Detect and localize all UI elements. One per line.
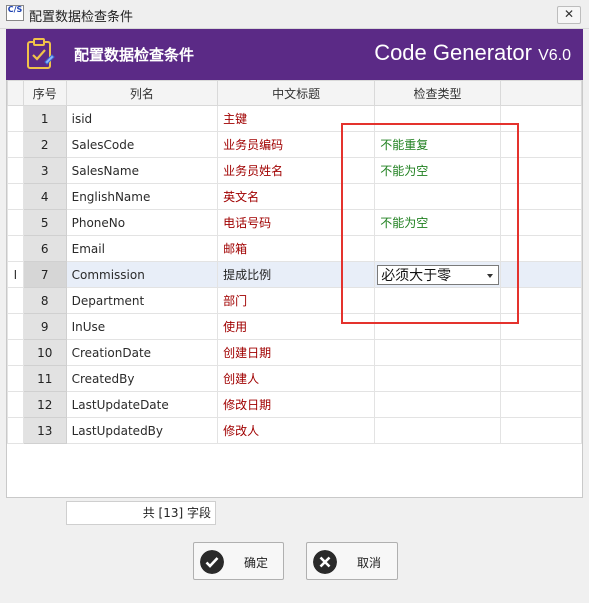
- row-column-name[interactable]: Commission: [65, 261, 219, 288]
- row-seq: 13: [22, 417, 67, 444]
- row-indicator: [7, 235, 24, 262]
- row-indicator: [7, 339, 24, 366]
- table-row[interactable]: 12 LastUpdateDate 修改日期: [7, 391, 582, 418]
- row-filler: [499, 339, 582, 366]
- row-indicator: [7, 183, 24, 210]
- table-row[interactable]: 10 CreationDate 创建日期: [7, 339, 582, 366]
- app-logo-icon: C/S: [6, 5, 24, 21]
- ok-button[interactable]: 确定: [193, 542, 284, 580]
- row-column-name[interactable]: SalesCode: [65, 131, 219, 158]
- header-seq[interactable]: 序号: [22, 80, 67, 106]
- row-indicator: [7, 105, 24, 132]
- row-column-name[interactable]: CreationDate: [65, 339, 219, 366]
- header-column-name[interactable]: 列名: [65, 80, 219, 106]
- row-indicator: [7, 131, 24, 158]
- row-indicator: [7, 365, 24, 392]
- close-button[interactable]: ✕: [557, 6, 581, 24]
- row-indicator: [7, 157, 24, 184]
- row-column-name[interactable]: PhoneNo: [65, 209, 219, 236]
- row-check-type[interactable]: [374, 391, 501, 418]
- row-filler: [499, 391, 582, 418]
- row-indicator: [7, 287, 24, 314]
- row-seq: 12: [22, 391, 67, 418]
- row-indicator: [7, 417, 24, 444]
- row-seq: 11: [22, 365, 67, 392]
- row-seq: 2: [22, 131, 67, 158]
- table-row[interactable]: 13 LastUpdatedBy 修改人: [7, 417, 582, 444]
- row-seq: 9: [22, 313, 67, 340]
- row-seq: 10: [22, 339, 67, 366]
- row-seq: 5: [22, 209, 67, 236]
- row-seq: 7: [22, 261, 67, 288]
- row-column-name[interactable]: LastUpdatedBy: [65, 417, 219, 444]
- header-indicator: [7, 80, 24, 106]
- row-column-name[interactable]: InUse: [65, 313, 219, 340]
- row-filler: [499, 417, 582, 444]
- banner-title: 配置数据检查条件: [74, 46, 195, 64]
- row-indicator: I: [7, 261, 24, 288]
- header-check-type[interactable]: 检查类型: [374, 80, 501, 106]
- close-circle-icon: [313, 550, 337, 574]
- row-check-type[interactable]: [374, 339, 501, 366]
- row-chinese-title[interactable]: 创建日期: [217, 339, 376, 366]
- window-title: 配置数据检查条件: [29, 10, 134, 25]
- row-column-name[interactable]: Email: [65, 235, 219, 262]
- row-seq: 8: [22, 287, 67, 314]
- check-type-highlight: [341, 123, 519, 324]
- row-chinese-title[interactable]: 修改日期: [217, 391, 376, 418]
- header-chinese-title[interactable]: 中文标题: [217, 80, 376, 106]
- row-column-name[interactable]: SalesName: [65, 157, 219, 184]
- fields-grid[interactable]: 序号 列名 中文标题 检查类型 1 isid 主键 2 SalesCode 业务员编码 不能…: [6, 80, 583, 498]
- row-column-name[interactable]: CreatedBy: [65, 365, 219, 392]
- field-count-display: 共 [13] 字段: [66, 501, 216, 525]
- brand-version: V6.0: [538, 47, 571, 64]
- check-circle-icon: [200, 550, 224, 574]
- row-seq: 3: [22, 157, 67, 184]
- window-titlebar: C/S 配置数据检查条件 ✕: [0, 0, 589, 29]
- row-chinese-title[interactable]: 创建人: [217, 365, 376, 392]
- row-seq: 6: [22, 235, 67, 262]
- brand-name: Code Generator: [374, 40, 532, 65]
- clipboard-check-icon: [27, 38, 55, 69]
- row-column-name[interactable]: Department: [65, 287, 219, 314]
- brand-label: Code Generator V6.0: [374, 40, 571, 66]
- cancel-button[interactable]: 取消: [306, 542, 398, 580]
- header-filler: [499, 80, 582, 106]
- cancel-button-label: 取消: [357, 556, 382, 570]
- ok-button-label: 确定: [244, 556, 269, 570]
- row-filler: [499, 365, 582, 392]
- row-indicator: [7, 313, 24, 340]
- row-seq: 1: [22, 105, 67, 132]
- row-indicator: [7, 391, 24, 418]
- row-column-name[interactable]: isid: [65, 105, 219, 132]
- header-banner: 配置数据检查条件 Code Generator V6.0: [6, 29, 583, 80]
- row-check-type[interactable]: [374, 365, 501, 392]
- row-chinese-title[interactable]: 修改人: [217, 417, 376, 444]
- row-indicator: [7, 209, 24, 236]
- row-seq: 4: [22, 183, 67, 210]
- grid-header-row: 序号 列名 中文标题 检查类型: [7, 80, 582, 106]
- row-column-name[interactable]: EnglishName: [65, 183, 219, 210]
- table-row[interactable]: 11 CreatedBy 创建人: [7, 365, 582, 392]
- row-check-type[interactable]: [374, 417, 501, 444]
- row-column-name[interactable]: LastUpdateDate: [65, 391, 219, 418]
